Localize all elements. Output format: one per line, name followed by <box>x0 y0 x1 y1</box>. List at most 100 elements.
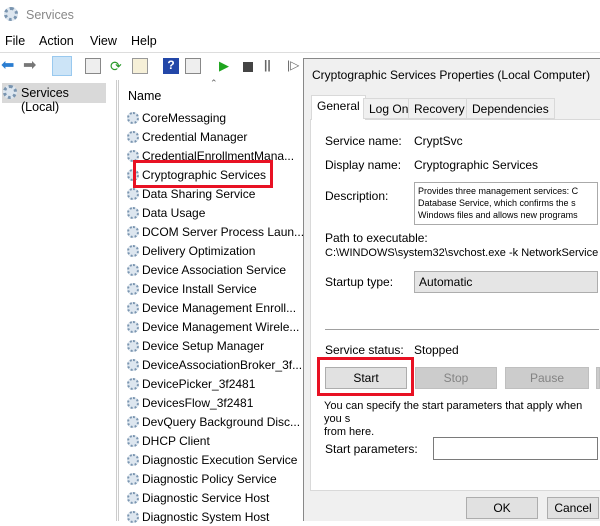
stop-service-icon[interactable] <box>243 62 253 72</box>
service-gear-icon <box>127 415 139 428</box>
menu-file[interactable]: File <box>5 34 25 48</box>
startup-type-value: Automatic <box>419 275 473 289</box>
properties-icon[interactable] <box>85 58 101 74</box>
show-hide-console-tree-icon[interactable] <box>52 56 72 76</box>
service-status-value: Stopped <box>414 343 459 357</box>
service-name: Diagnostic Policy Service <box>142 471 277 486</box>
back-arrow-icon[interactable]: ⬅ <box>1 55 17 74</box>
service-row[interactable]: Diagnostic Execution Service <box>127 450 297 469</box>
service-name: DevicesFlow_3f2481 <box>142 395 254 410</box>
start-parameters-input[interactable] <box>433 437 598 460</box>
export-list-icon[interactable] <box>132 58 148 74</box>
extended-view-icon[interactable] <box>185 58 201 74</box>
service-row[interactable]: Delivery Optimization <box>127 241 255 260</box>
hint-text-block: You can specify the start parameters tha… <box>324 400 598 439</box>
menu-help[interactable]: Help <box>131 34 157 48</box>
service-row[interactable]: Device Association Service <box>127 260 286 279</box>
forward-arrow-icon[interactable]: ➡ <box>23 55 39 74</box>
service-name: DeviceAssociationBroker_3f... <box>142 357 303 372</box>
service-gear-icon <box>127 301 139 314</box>
service-gear-icon <box>127 491 139 504</box>
tab-log-on[interactable]: Log On <box>363 98 415 119</box>
service-name: Diagnostic Service Host <box>142 490 270 505</box>
service-row[interactable]: Diagnostic System Host <box>127 507 269 526</box>
service-row[interactable]: Diagnostic Service Host <box>127 488 269 507</box>
service-name: DCOM Server Process Laun... <box>142 224 305 239</box>
service-row[interactable]: DevicePicker_3f2481 <box>127 374 255 393</box>
service-gear-icon <box>127 263 139 276</box>
service-name: Device Setup Manager <box>142 338 265 353</box>
tab-recovery[interactable]: Recovery <box>408 98 471 119</box>
service-row[interactable]: DevQuery Background Disc... <box>127 412 300 431</box>
service-name: Diagnostic System Host <box>142 509 270 524</box>
service-gear-icon <box>127 282 139 295</box>
tab-dependencies[interactable]: Dependencies <box>466 98 555 119</box>
dialog-title: Cryptographic Services Properties (Local… <box>312 68 591 82</box>
service-name: DevQuery Background Disc... <box>142 414 301 429</box>
service-row[interactable]: Diagnostic Policy Service <box>127 469 277 488</box>
column-header-name[interactable]: Name <box>128 89 161 103</box>
service-row[interactable]: Device Setup Manager <box>127 336 264 355</box>
service-row[interactable]: CoreMessaging <box>127 108 226 127</box>
service-row[interactable]: Device Management Wirele... <box>127 317 299 336</box>
restart-service-icon[interactable]: |▷ <box>287 58 303 74</box>
service-gear-icon <box>127 396 139 409</box>
startup-type-select[interactable]: Automatic <box>414 271 598 293</box>
description-box[interactable]: Provides three management services: C Da… <box>414 182 598 225</box>
resume-button[interactable] <box>596 367 600 389</box>
service-name: Device Management Wirele... <box>142 319 300 334</box>
service-name: Device Management Enroll... <box>142 300 297 315</box>
console-tree: Services (Local) <box>0 80 117 521</box>
start-parameters-label: Start parameters: <box>325 442 418 456</box>
services-list: Name ⌃ CoreMessaging Credential Manager Cr… <box>118 78 304 524</box>
tab-general[interactable]: General <box>311 95 366 120</box>
service-gear-icon <box>127 320 139 333</box>
title-bar: Services <box>0 0 600 30</box>
stop-button[interactable]: Stop <box>415 367 497 389</box>
menu-action[interactable]: Action <box>39 34 74 48</box>
service-gear-icon <box>127 225 139 238</box>
description-line: Windows files and allows new programs <box>418 210 578 220</box>
service-name: CoreMessaging <box>142 110 227 125</box>
help-icon[interactable]: ? <box>163 58 179 74</box>
sort-ascending-icon: ⌃ <box>210 78 218 88</box>
tree-item-services-local[interactable]: Services (Local) <box>2 83 106 114</box>
service-row[interactable]: Credential Manager <box>127 127 247 146</box>
display-name-value: Cryptographic Services <box>414 158 539 172</box>
service-row[interactable]: Device Management Enroll... <box>127 298 296 317</box>
service-name: Device Install Service <box>142 281 257 296</box>
service-gear-icon <box>127 472 139 485</box>
service-status-label: Service status: <box>325 343 404 357</box>
service-name: Diagnostic Execution Service <box>142 452 298 467</box>
service-gear-icon <box>127 339 139 352</box>
service-gear-icon <box>127 111 139 124</box>
service-gear-icon <box>127 130 139 143</box>
start-service-icon[interactable]: ▶ <box>219 58 235 74</box>
service-gear-icon <box>127 206 139 219</box>
service-row[interactable]: DHCP Client <box>127 431 210 450</box>
refresh-icon[interactable]: ⟳ <box>110 58 126 74</box>
service-name: Credential Manager <box>142 129 248 144</box>
hint-text: You can specify the start parameters tha… <box>324 400 583 425</box>
pause-service-icon[interactable]: || <box>264 58 280 74</box>
description-line: Provides three management services: C <box>418 186 579 196</box>
tree-item-label: Services (Local) <box>21 86 69 114</box>
properties-dialog: Cryptographic Services Properties (Local… <box>303 58 600 521</box>
ok-button[interactable]: OK <box>466 497 538 519</box>
path-label: Path to executable: <box>325 231 428 245</box>
service-name: Data Sharing Service <box>142 186 256 201</box>
menu-view[interactable]: View <box>90 34 117 48</box>
startup-type-label: Startup type: <box>325 275 394 289</box>
pause-button[interactable]: Pause <box>505 367 589 389</box>
service-name: Data Usage <box>142 205 206 220</box>
services-gear-icon <box>4 7 18 21</box>
service-row[interactable]: DevicesFlow_3f2481 <box>127 393 253 412</box>
service-row[interactable]: DeviceAssociationBroker_3f... <box>127 355 302 374</box>
service-row[interactable]: Data Usage <box>127 203 205 222</box>
highlight-box-service <box>133 160 273 188</box>
services-gear-icon <box>3 85 17 99</box>
service-gear-icon <box>127 358 139 371</box>
service-row[interactable]: Device Install Service <box>127 279 257 298</box>
cancel-button[interactable]: Cancel <box>547 497 599 519</box>
service-row[interactable]: DCOM Server Process Laun... <box>127 222 304 241</box>
